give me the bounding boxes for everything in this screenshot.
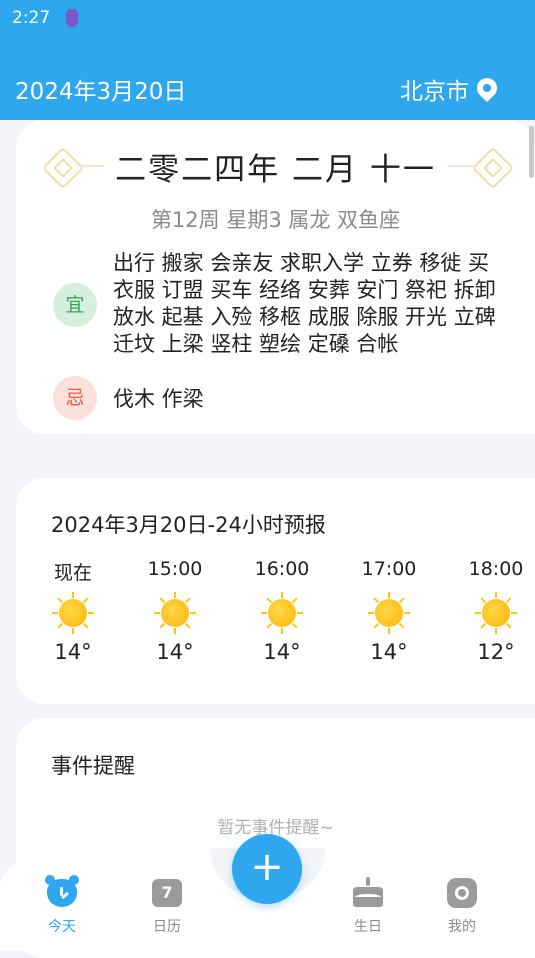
status-time: 2:27 xyxy=(12,8,51,28)
hour-label: 17:00 xyxy=(361,558,417,580)
forecast-hour: 17:00 14° xyxy=(344,558,434,664)
tab-birthday[interactable]: 生日 xyxy=(333,876,403,936)
sun-icon xyxy=(52,592,94,634)
hour-temp: 12° xyxy=(477,640,515,664)
bottom-tab-bar: + 今天 7 日历 生日 我的 xyxy=(0,826,535,951)
tab-profile[interactable]: 我的 xyxy=(427,876,497,936)
tab-label: 今天 xyxy=(48,919,76,935)
tab-today[interactable]: 今天 xyxy=(27,875,97,936)
add-event-button[interactable]: + xyxy=(232,834,302,904)
events-title: 事件提醒 xyxy=(51,754,135,778)
location-pin-icon[interactable] xyxy=(472,73,502,103)
hour-temp: 14° xyxy=(54,640,92,664)
tab-label: 日历 xyxy=(153,919,181,935)
weather-forecast-card: 2024年3月20日-24小时预报 现在 14° 15:00 14° 16:00… xyxy=(16,478,535,704)
sun-icon xyxy=(475,592,517,634)
hour-label: 现在 xyxy=(53,562,92,584)
cake-icon xyxy=(351,876,385,910)
calendar-icon: 7 xyxy=(150,876,184,910)
forecast-hour: 16:00 14° xyxy=(237,558,327,664)
tab-label: 生日 xyxy=(354,919,382,935)
profile-icon xyxy=(445,876,479,910)
today-icon xyxy=(45,875,79,910)
hour-temp: 14° xyxy=(156,640,194,664)
hour-label: 16:00 xyxy=(254,558,310,580)
app-header: 2024年3月20日 北京市 xyxy=(0,38,535,120)
status-bar: 2:27 xyxy=(0,0,535,38)
forecast-hour: 15:00 14° xyxy=(130,558,220,664)
hour-temp: 14° xyxy=(370,640,408,664)
yi-items: 出行 搬家 会亲友 求职入学 立券 移徙 买衣服 订盟 买车 经络 安葬 安门 … xyxy=(113,251,496,356)
sun-icon xyxy=(261,592,303,634)
forecast-hour: 现在 14° xyxy=(28,558,118,664)
forecast-title: 2024年3月20日-24小时预报 xyxy=(51,513,326,537)
almanac-card: 二零二四年 二月 十一 第12周 星期3 属龙 双鱼座 宜 出行 搬家 会亲友 … xyxy=(16,120,535,434)
city-selector[interactable]: 北京市 xyxy=(400,72,469,106)
ji-badge: 忌 xyxy=(53,376,97,420)
tab-label: 我的 xyxy=(448,919,476,935)
yi-badge: 宜 xyxy=(53,283,97,327)
header-date: 2024年3月20日 xyxy=(15,79,187,105)
tab-calendar[interactable]: 7 日历 xyxy=(132,876,202,936)
sun-icon xyxy=(154,592,196,634)
ji-items: 伐木 作梁 xyxy=(113,387,204,411)
hour-label: 18:00 xyxy=(468,558,524,580)
hour-temp: 14° xyxy=(263,640,301,664)
scrollbar[interactable] xyxy=(529,126,534,178)
hour-label: 15:00 xyxy=(147,558,203,580)
sun-icon xyxy=(368,592,410,634)
notification-icon xyxy=(66,9,78,27)
week-zodiac-info: 第12周 星期3 属龙 双鱼座 xyxy=(150,208,401,232)
forecast-hour: 18:00 12° xyxy=(451,558,535,664)
ornament-line xyxy=(448,165,474,167)
